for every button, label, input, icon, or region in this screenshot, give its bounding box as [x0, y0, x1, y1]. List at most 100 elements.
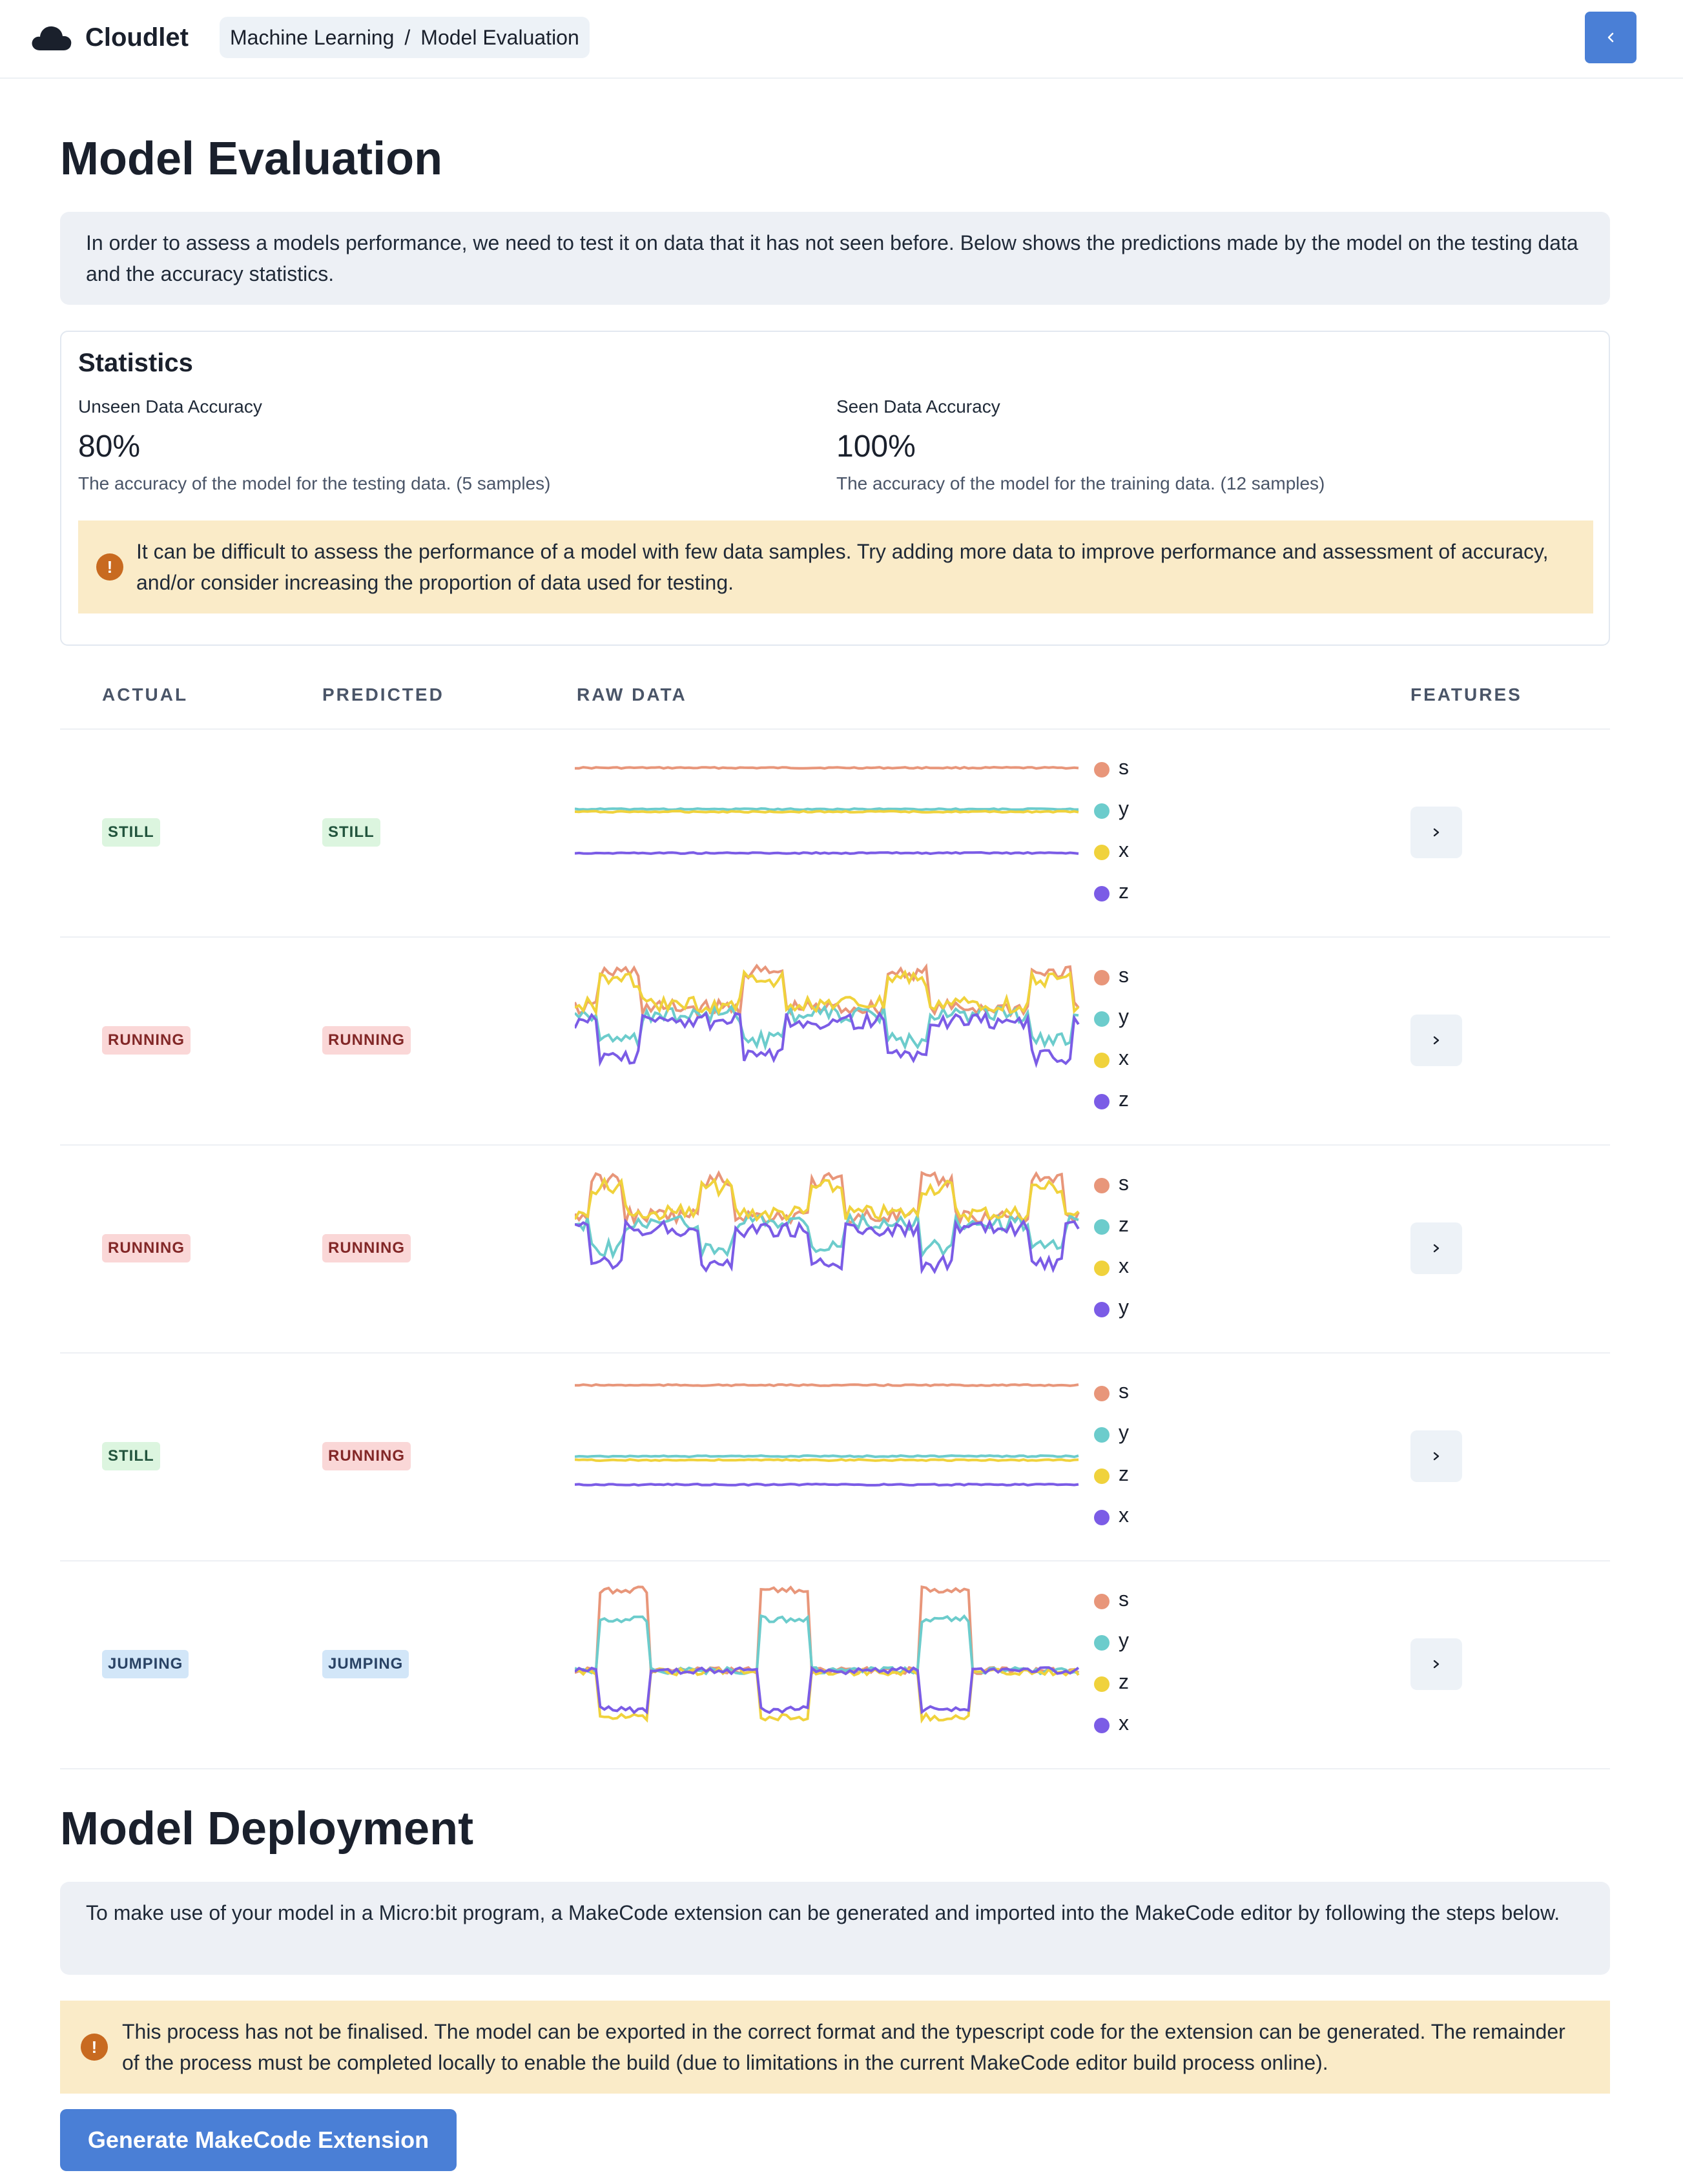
legend-label: y [1119, 1295, 1129, 1319]
stat-label: Unseen Data Accuracy [78, 397, 262, 417]
warning-icon: ! [81, 2034, 108, 2061]
legend-label: z [1119, 1087, 1129, 1111]
column-header-predicted: PREDICTED [322, 685, 444, 705]
legend-dot [1094, 1011, 1110, 1027]
raw-data-graph [575, 1359, 1091, 1553]
warning-icon: ! [96, 553, 123, 581]
legend-dot [1094, 1178, 1110, 1193]
series-line [575, 1454, 1079, 1459]
show-features-button[interactable] [1410, 1638, 1462, 1690]
legend-dot [1094, 1718, 1110, 1733]
legend-dot [1094, 1676, 1110, 1692]
chevron-right-icon [1433, 1036, 1440, 1045]
actual-label-badge: STILL [102, 818, 160, 847]
stat-help: The accuracy of the model for the traini… [836, 473, 1325, 493]
series-line [575, 1458, 1079, 1463]
unseen-accuracy-stat: Unseen Data Accuracy 80% The accuracy of… [78, 397, 550, 494]
chevron-right-icon [1433, 1244, 1440, 1253]
show-features-button[interactable] [1410, 807, 1462, 858]
legend-label: x [1119, 838, 1129, 861]
legend-label: x [1119, 1046, 1129, 1069]
row-divider [60, 1352, 1610, 1354]
legend-dot [1094, 1635, 1110, 1651]
legend-dot [1094, 1427, 1110, 1443]
legend-label: s [1119, 1171, 1129, 1195]
predicted-label-badge: RUNNING [322, 1442, 411, 1470]
show-features-button[interactable] [1410, 1015, 1462, 1066]
statistics-title: Statistics [78, 349, 193, 377]
legend-dot [1094, 762, 1110, 778]
legend-label: x [1119, 1503, 1129, 1527]
legend-label: z [1119, 1670, 1129, 1693]
series-line [575, 809, 1079, 814]
show-features-button[interactable] [1410, 1430, 1462, 1482]
row-divider [60, 936, 1610, 938]
predicted-label-badge: RUNNING [322, 1234, 411, 1262]
legend-dot [1094, 1053, 1110, 1068]
chevron-right-icon [1433, 1452, 1440, 1461]
breadcrumb-item-machine-learning[interactable]: Machine Learning [230, 26, 394, 50]
legend-label: y [1119, 1629, 1129, 1652]
show-features-button[interactable] [1410, 1222, 1462, 1274]
actual-label-badge: RUNNING [102, 1234, 191, 1262]
app-logo[interactable]: Cloudlet [31, 18, 189, 57]
raw-data-graph [575, 1151, 1091, 1345]
series-line [575, 1176, 1080, 1224]
predicted-label-badge: RUNNING [322, 1026, 411, 1055]
deployment-title: Model Deployment [60, 1803, 474, 1855]
raw-data-graph [575, 943, 1091, 1137]
stat-help: The accuracy of the model for the testin… [78, 473, 551, 493]
evaluation-intro: In order to assess a models performance,… [60, 212, 1610, 305]
actual-label-badge: STILL [102, 1442, 160, 1470]
legend-label: y [1119, 1005, 1129, 1028]
column-header-features: FEATURES [1410, 685, 1522, 705]
legend-label: s [1119, 963, 1129, 987]
page-title: Model Evaluation [60, 133, 443, 185]
legend-dot [1094, 970, 1110, 985]
chevron-right-icon [1433, 1660, 1440, 1669]
legend-label: x [1119, 1254, 1129, 1277]
row-divider [60, 728, 1610, 730]
stat-value: 80% [78, 429, 141, 464]
series-line [575, 807, 1079, 812]
row-divider [60, 1560, 1610, 1561]
legend-label: y [1119, 1421, 1129, 1444]
few-samples-warning: ! It can be difficult to assess the perf… [78, 520, 1593, 613]
legend-label: s [1119, 756, 1129, 779]
generate-makecode-button[interactable]: Generate MakeCode Extension [60, 2109, 457, 2171]
legend-dot [1094, 803, 1110, 819]
deployment-warning: ! This process has not be finalised. The… [60, 2001, 1610, 2094]
breadcrumb: Machine Learning / Model Evaluation [220, 17, 590, 58]
legend-label: z [1119, 1462, 1129, 1485]
legend-dot [1094, 886, 1110, 901]
deployment-intro: To make use of your model in a Micro:bit… [60, 1882, 1610, 1975]
series-line [575, 1210, 1079, 1261]
legend-label: z [1119, 880, 1129, 903]
statistics-card: Statistics Unseen Data Accuracy 80% The … [60, 331, 1610, 646]
chevron-right-icon [1433, 828, 1440, 837]
actual-label-badge: RUNNING [102, 1026, 191, 1055]
legend-dot [1094, 1261, 1110, 1276]
predicted-label-badge: JUMPING [322, 1650, 409, 1678]
app-name: Cloudlet [85, 23, 189, 52]
cloud-icon [32, 26, 72, 50]
column-header-actual: ACTUAL [102, 685, 189, 705]
series-line [575, 850, 1079, 856]
collapse-sidebar-button[interactable] [1585, 12, 1637, 63]
warning-text: This process has not be finalised. The m… [122, 2020, 1565, 2074]
legend-dot [1094, 1094, 1110, 1109]
series-line [575, 1218, 1080, 1275]
series-line [575, 1383, 1079, 1388]
seen-accuracy-stat: Seen Data Accuracy 100% The accuracy of … [836, 397, 1325, 494]
breadcrumb-separator: / [404, 25, 411, 49]
legend-label: s [1119, 1587, 1129, 1611]
chevron-left-icon [1607, 32, 1614, 43]
stat-value: 100% [836, 429, 916, 464]
raw-data-graph [575, 1567, 1091, 1761]
row-divider [60, 1144, 1610, 1146]
legend-label: x [1119, 1711, 1129, 1735]
breadcrumb-item-model-evaluation: Model Evaluation [420, 25, 579, 49]
warning-text: It can be difficult to assess the perfor… [136, 540, 1549, 594]
stat-label: Seen Data Accuracy [836, 397, 1000, 417]
legend-dot [1094, 1302, 1110, 1317]
